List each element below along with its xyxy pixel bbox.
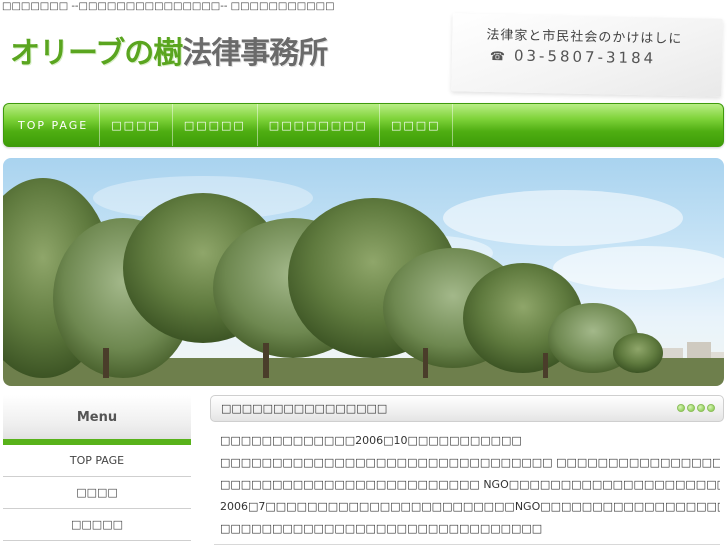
dot-icon: [677, 404, 685, 412]
main-navigation: TOP PAGE □□□□ □□□□□ □□□□□□□□ □□□□: [3, 103, 724, 147]
dot-icon: [687, 404, 695, 412]
body-line: □□□□□□□□□□□□□□□□□□□□□□□□□□□□□□□□ □□□□□□□…: [220, 456, 720, 469]
logo-green-text: オリーブの樹: [10, 36, 183, 71]
phone-icon: ☎: [489, 48, 509, 64]
nav-item-2[interactable]: □□□□: [100, 104, 173, 146]
body-line: 2006□7□□□□□□□□□□□□□□□□□□□□□□□□NGO□□□□□□□…: [220, 500, 720, 513]
dot-icon: [697, 404, 705, 412]
hero-olive-trees-image: [3, 158, 724, 386]
section-body: □□□□□□□□□□□□□2006□10□□□□□□□□□□□ □□□□□□□□…: [210, 422, 720, 540]
nav-item-4[interactable]: □□□□□□□□: [258, 104, 380, 146]
phone-number: 03-5807-3184: [513, 46, 657, 68]
main-content: □□□□□□□□□□□□□□□□ □□□□□□□□□□□□□2006□10□□□…: [210, 395, 724, 545]
tagline: 法律家と市民社会のかけはしに: [486, 27, 683, 47]
body-line: □□□□□□□□□□□□□2006□10□□□□□□□□□□□: [220, 434, 522, 447]
phone-number-row: ☎ 03-5807-3184: [490, 46, 657, 67]
section-heading-bar: □□□□□□□□□□□□□□□□: [210, 395, 724, 422]
top-banner-text: □□□□□□□ --□□□□□□□□□□□□□□□-- □□□□□□□□□□□: [2, 1, 335, 12]
body-line: □□□□□□□□□□□□□□□□□□□□□□□□□ NGO□□□□□□□□□□□…: [220, 478, 720, 491]
site-logo[interactable]: オリーブの樹 法律事務所: [10, 28, 390, 92]
section-heading: □□□□□□□□□□□□□□□□: [221, 402, 388, 415]
nav-item-top-page[interactable]: TOP PAGE: [4, 104, 101, 146]
sidebar-menu: Menu TOP PAGE □□□□ □□□□□: [3, 395, 191, 545]
dot-icon: [707, 404, 715, 412]
sidebar-menu-heading: Menu: [3, 395, 191, 445]
logo-gray-text: 法律事務所: [182, 36, 328, 71]
sidebar-item-2[interactable]: □□□□: [3, 477, 191, 509]
olive-trees-illustration: [3, 176, 724, 386]
sidebar-item-top-page[interactable]: TOP PAGE: [3, 445, 191, 477]
nav-item-5[interactable]: □□□□: [380, 104, 453, 146]
sidebar-item-3[interactable]: □□□□□: [3, 509, 191, 541]
nav-item-3[interactable]: □□□□□: [173, 104, 258, 146]
contact-card: 法律家と市民社会のかけはしに ☎ 03-5807-3184: [451, 13, 723, 97]
decorative-dots: [677, 404, 715, 412]
body-line: □□□□□□□□□□□□□□□□□□□□□□□□□□□□□□□: [220, 522, 543, 535]
